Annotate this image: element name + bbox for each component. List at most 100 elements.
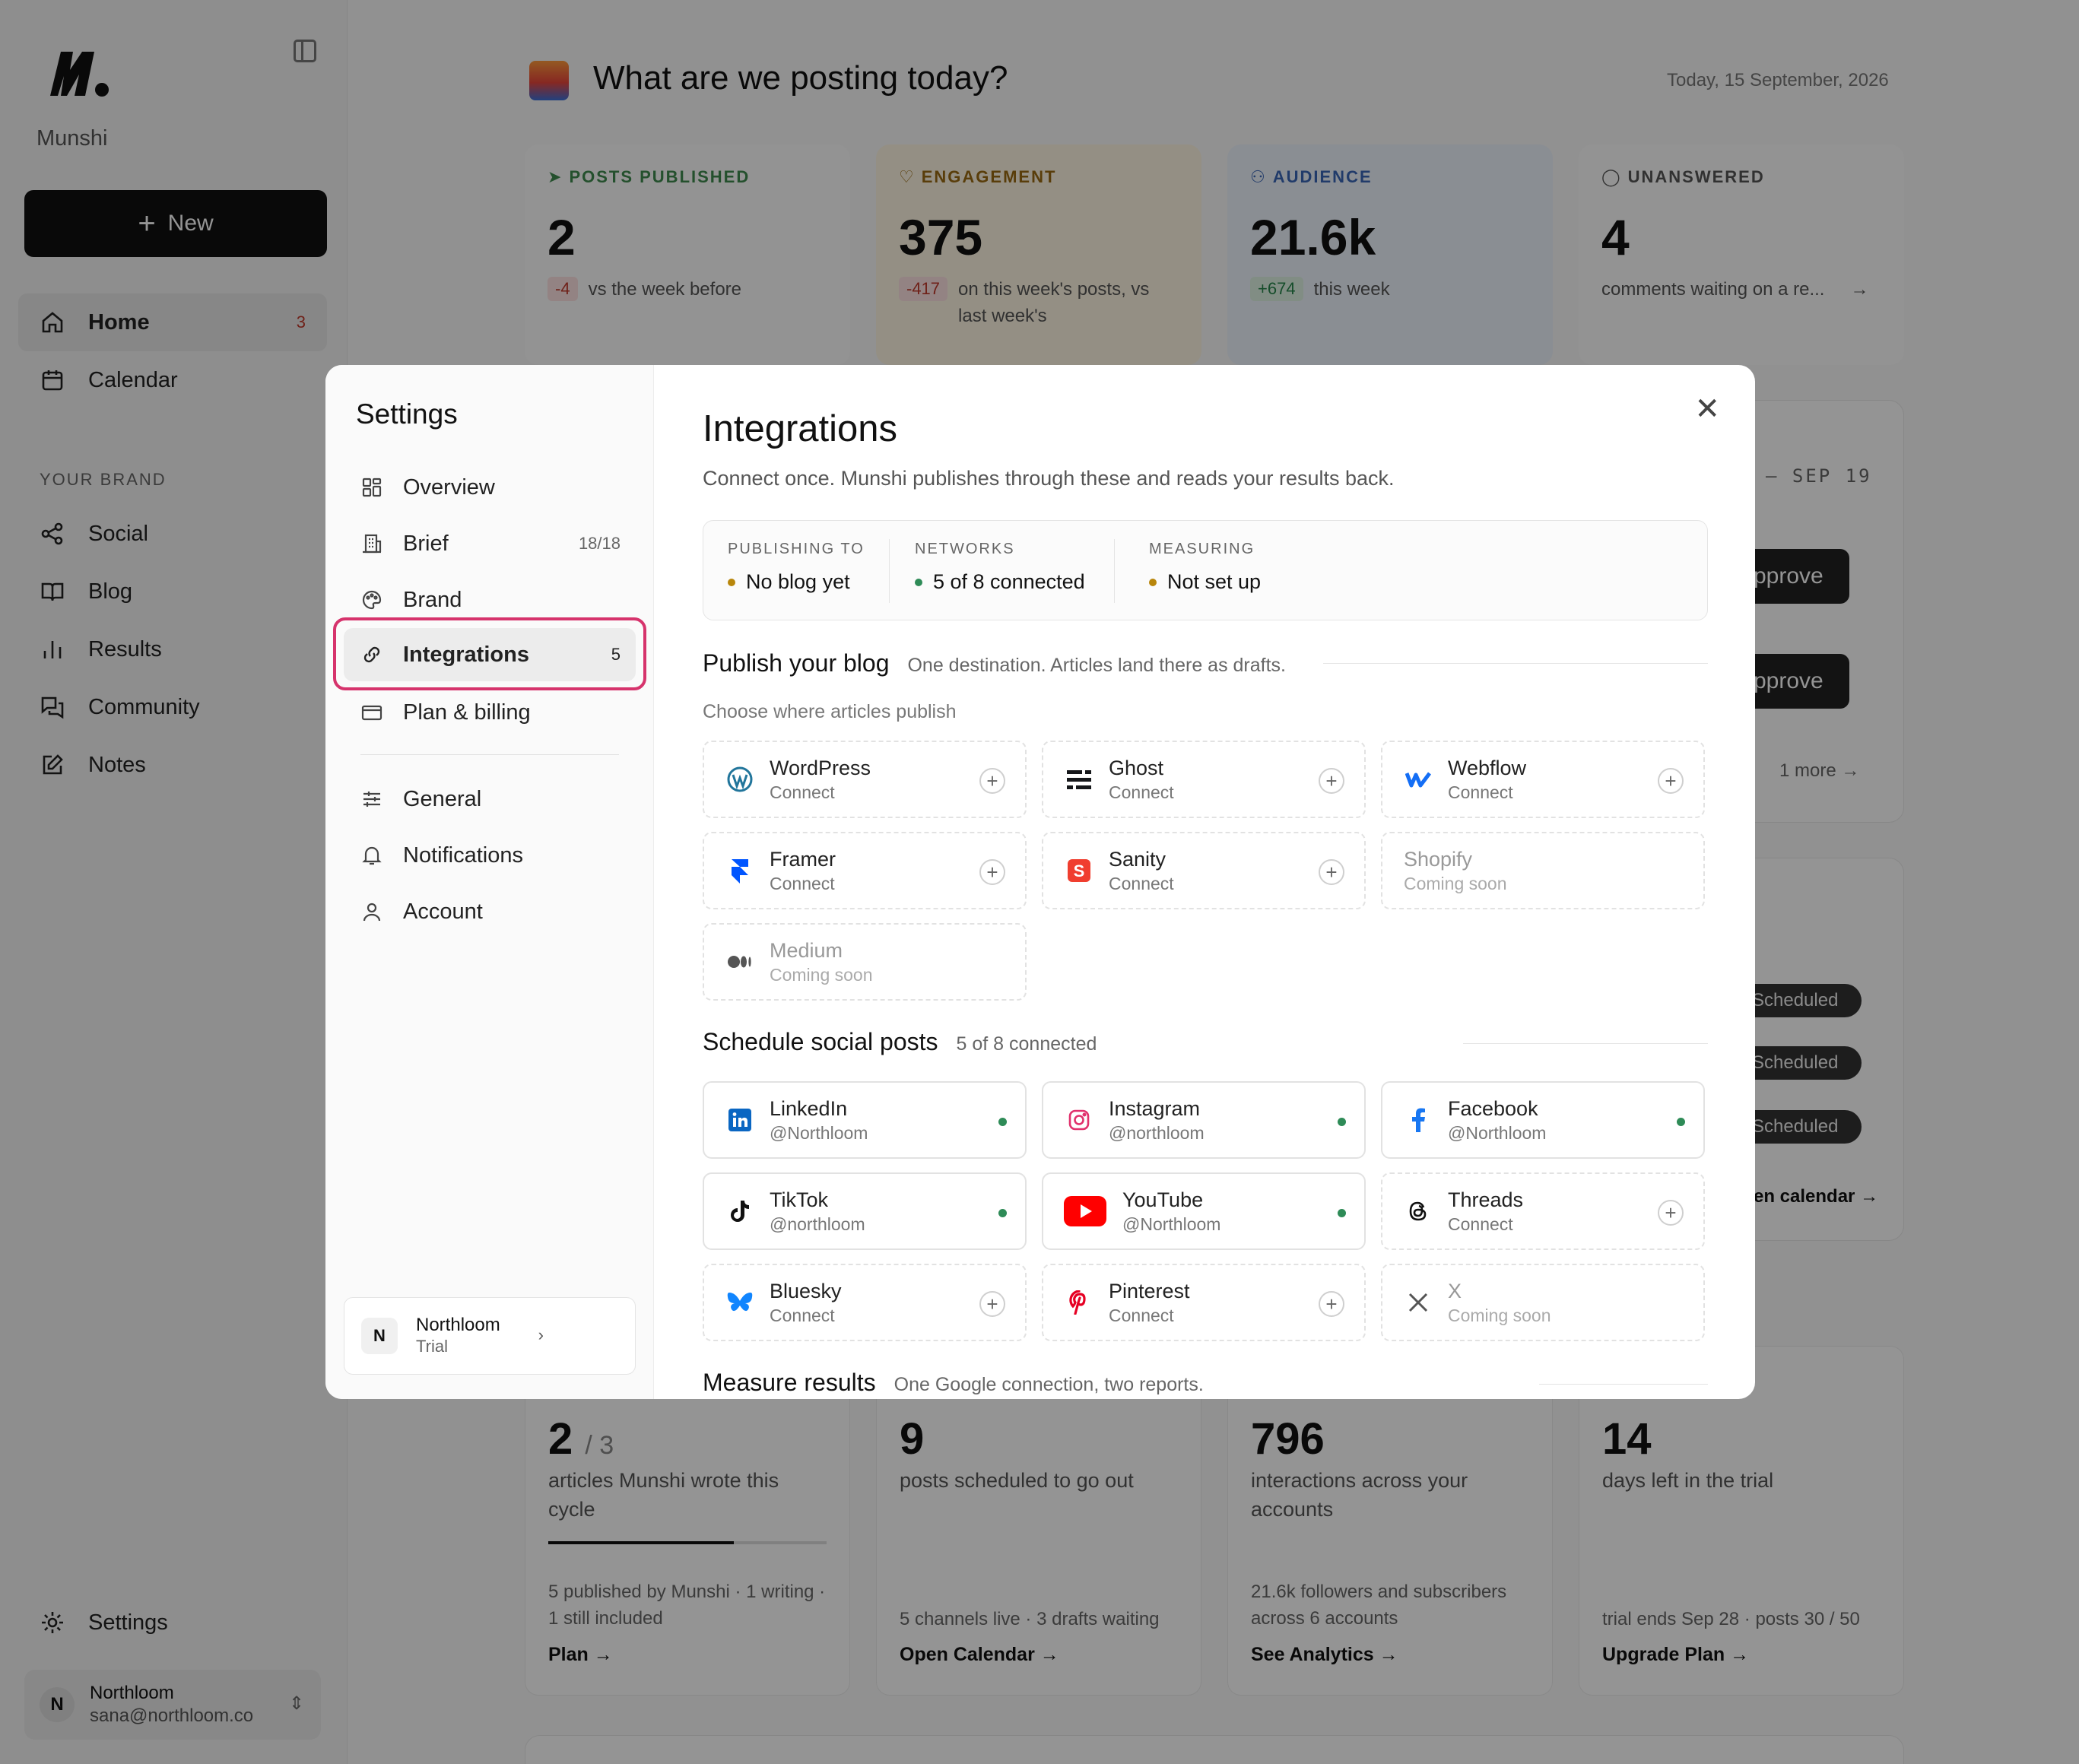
add-integration-button[interactable]: + xyxy=(1319,768,1344,794)
integration-name: Bluesky xyxy=(770,1279,842,1302)
section-divider xyxy=(1463,1043,1708,1044)
threads-icon xyxy=(1404,1197,1433,1226)
integration-name: Webflow xyxy=(1448,756,1527,779)
section-subtitle: 5 of 8 connected xyxy=(956,1033,1097,1055)
settings-nav-account[interactable]: Account xyxy=(344,885,636,938)
integration-name: Facebook xyxy=(1448,1096,1538,1120)
settings-nav: Settings Overview Brief 18/18 Brand Inte… xyxy=(325,365,654,1399)
integration-status: Connect xyxy=(770,873,835,893)
brief-progress-count: 18/18 xyxy=(578,534,621,553)
integration-tile-sanity[interactable]: S Sanity Connect + xyxy=(1042,832,1366,909)
settings-nav-label: Account xyxy=(403,899,483,924)
integration-tile-linkedin[interactable]: LinkedIn @Northloom xyxy=(703,1081,1027,1159)
section-subtitle: One Google connection, two reports. xyxy=(893,1374,1204,1395)
settings-nav-label: Overview xyxy=(403,474,495,500)
integration-name: Ghost xyxy=(1109,756,1164,779)
status-heading: NETWORKS xyxy=(915,541,1015,557)
integration-status-summary: PUBLISHING TO No blog yet NETWORKS 5 of … xyxy=(703,520,1708,620)
workspace-switcher[interactable]: N Northloom Trial › xyxy=(344,1297,636,1375)
add-integration-button[interactable]: + xyxy=(1319,859,1344,885)
add-integration-button[interactable]: + xyxy=(1658,1200,1684,1226)
add-integration-button[interactable]: + xyxy=(979,1291,1005,1317)
integration-status: Connect xyxy=(1109,873,1174,893)
integrations-title: Integrations xyxy=(703,408,898,449)
section-social: Schedule social posts 5 of 8 connected xyxy=(703,1028,1097,1056)
integration-name: Shopify xyxy=(1404,847,1473,871)
integration-status: Connect xyxy=(770,1305,835,1325)
integration-tile-bluesky[interactable]: Bluesky Connect + xyxy=(703,1264,1027,1341)
integration-tile-youtube[interactable]: YouTube @Northloom xyxy=(1042,1172,1366,1250)
workspace-name: Northloom xyxy=(416,1315,500,1336)
integration-tile-ghost[interactable]: Ghost Connect + xyxy=(1042,741,1366,818)
integration-tile-facebook[interactable]: Facebook @Northloom xyxy=(1381,1081,1705,1159)
integration-handle: @northloom xyxy=(1109,1122,1205,1143)
integration-status: Connect xyxy=(1109,1305,1174,1325)
settings-nav-plan-billing[interactable]: Plan & billing xyxy=(344,686,636,739)
add-integration-button[interactable]: + xyxy=(1319,1291,1344,1317)
chevron-right-icon: › xyxy=(538,1325,544,1344)
integration-status: Connect xyxy=(770,782,835,802)
bell-icon xyxy=(360,844,383,867)
section-title: Schedule social posts xyxy=(703,1028,938,1055)
settings-nav-label: Plan & billing xyxy=(403,700,531,725)
settings-nav-label: Notifications xyxy=(403,842,523,868)
section-measure: Measure results One Google connection, t… xyxy=(703,1369,1204,1397)
grid-icon xyxy=(360,476,383,499)
connected-status-dot xyxy=(1677,1118,1685,1126)
status-dot xyxy=(1149,578,1157,586)
integration-name: YouTube xyxy=(1122,1188,1204,1211)
status-heading: MEASURING xyxy=(1149,541,1255,557)
add-integration-button[interactable]: + xyxy=(979,768,1005,794)
integration-tile-x: X Coming soon xyxy=(1381,1264,1705,1341)
sliders-icon xyxy=(360,788,383,811)
status-value: No blog yet xyxy=(746,570,850,593)
settings-nav-label: Brand xyxy=(403,587,462,612)
youtube-icon xyxy=(1063,1196,1107,1226)
add-integration-button[interactable]: + xyxy=(1658,768,1684,794)
integration-name: X xyxy=(1448,1279,1462,1302)
instagram-icon xyxy=(1065,1106,1093,1134)
facebook-icon xyxy=(1404,1106,1433,1134)
settings-nav-overview[interactable]: Overview xyxy=(344,461,636,514)
integration-tile-framer[interactable]: Framer Connect + xyxy=(703,832,1027,909)
integration-tile-pinterest[interactable]: Pinterest Connect + xyxy=(1042,1264,1366,1341)
credit-card-icon xyxy=(360,701,383,724)
choose-destination-label: Choose where articles publish xyxy=(703,701,957,722)
section-publish-blog: Publish your blog One destination. Artic… xyxy=(703,649,1286,677)
connected-status-dot xyxy=(998,1209,1007,1217)
integration-tile-tiktok[interactable]: TikTok @northloom xyxy=(703,1172,1027,1250)
settings-nav-general[interactable]: General xyxy=(344,773,636,826)
integration-tile-webflow[interactable]: Webflow Connect + xyxy=(1381,741,1705,818)
integration-name: TikTok xyxy=(770,1188,829,1211)
palette-icon xyxy=(360,589,383,611)
bluesky-icon xyxy=(725,1288,754,1317)
add-integration-button[interactable]: + xyxy=(979,859,1005,885)
settings-nav-label: Brief xyxy=(403,531,449,556)
integrations-description: Connect once. Munshi publishes through t… xyxy=(703,467,1395,490)
user-icon xyxy=(360,900,383,923)
integration-tile-wordpress[interactable]: WordPress Connect + xyxy=(703,741,1027,818)
svg-text:S: S xyxy=(1074,861,1085,880)
integration-status: Coming soon xyxy=(1404,873,1507,893)
integration-status: Connect xyxy=(1448,1214,1513,1234)
status-value: 5 of 8 connected xyxy=(933,570,1085,593)
building-icon xyxy=(360,532,383,555)
settings-nav-notifications[interactable]: Notifications xyxy=(344,829,636,882)
settings-nav-label: General xyxy=(403,786,482,811)
status-heading: PUBLISHING TO xyxy=(728,541,865,557)
connected-status-dot xyxy=(1338,1118,1346,1126)
webflow-icon xyxy=(1404,765,1433,794)
settings-nav-brief[interactable]: Brief 18/18 xyxy=(344,517,636,570)
integration-tile-threads[interactable]: Threads Connect + xyxy=(1381,1172,1705,1250)
integrations-panel: ✕ Integrations Connect once. Munshi publ… xyxy=(654,365,1755,1399)
close-icon[interactable]: ✕ xyxy=(1694,394,1720,424)
framer-icon xyxy=(725,856,754,885)
status-publishing: PUBLISHING TO No blog yet xyxy=(728,541,865,594)
connected-status-dot xyxy=(998,1118,1007,1126)
integration-status: Coming soon xyxy=(1448,1305,1551,1325)
status-measuring: MEASURING Not set up xyxy=(1149,541,1261,594)
integration-tile-instagram[interactable]: Instagram @northloom xyxy=(1042,1081,1366,1159)
sanity-icon: S xyxy=(1065,856,1093,885)
integration-name: Medium xyxy=(770,938,843,962)
integration-name: Pinterest xyxy=(1109,1279,1190,1302)
